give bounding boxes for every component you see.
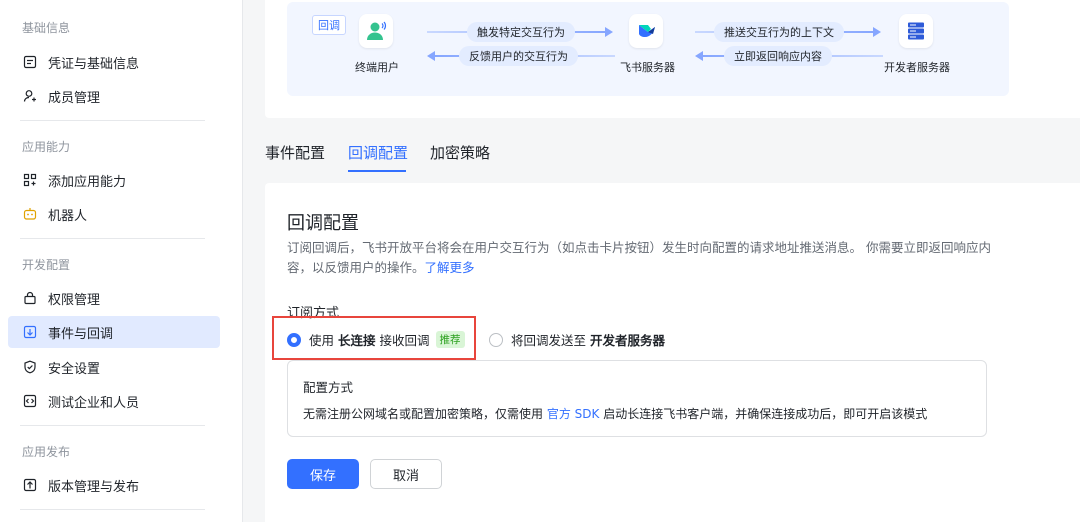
sidebar-item-label: 凭证与基础信息 [48, 56, 140, 72]
node-label-dev-server: 开发者服务器 [884, 61, 950, 74]
server-icon [899, 14, 933, 48]
description-line-1: 订阅回调后，飞书开放平台将会在用户交互行为（如点击卡片按钮）发生时向配置的请求地… [287, 240, 991, 255]
event-icon [22, 324, 38, 340]
sidebar-item-label: 事件与回调 [48, 326, 114, 342]
flow-card: 回调 终端用户 飞书服务器 开发者服务器 触发特定交互行为 反馈用户的交互行为 … [265, 0, 1080, 118]
cancel-button[interactable]: 取消 [370, 459, 442, 489]
sidebar-divider [20, 509, 205, 510]
arrow-right-icon [873, 27, 881, 37]
config-mode-title: 配置方式 [303, 380, 354, 395]
sidebar: 基础信息 凭证与基础信息 成员管理 应用能力 添加应用能力 机器人 开发配置 权… [0, 0, 243, 522]
option-dev-server[interactable]: 将回调发送至 开发者服务器 [489, 330, 669, 349]
tab-callback-config[interactable]: 回调配置 [348, 142, 408, 163]
sidebar-item-label: 添加应用能力 [48, 174, 127, 190]
feishu-logo-icon [629, 14, 663, 48]
node-label-feishu: 飞书服务器 [620, 61, 675, 74]
sidebar-item-label: 权限管理 [48, 292, 101, 308]
sidebar-item-bot[interactable]: 机器人 [8, 198, 220, 230]
config-text: 无需注册公网域名或配置加密策略，仅需使用 [303, 407, 544, 421]
flow-diagram: 回调 终端用户 飞书服务器 开发者服务器 触发特定交互行为 反馈用户的交互行为 … [287, 2, 1009, 96]
tab-event-config[interactable]: 事件配置 [265, 142, 325, 163]
sidebar-item-label: 成员管理 [48, 90, 101, 106]
section-title-release: 应用发布 [22, 445, 71, 459]
sidebar-item-members[interactable]: 成员管理 [8, 80, 220, 112]
section-title-dev: 开发配置 [22, 258, 71, 272]
arrow-label-push: 推送交互行为的上下文 [714, 22, 844, 42]
config-mode-box: 配置方式 无需注册公网域名或配置加密策略，仅需使用 官方 SDK 启动长连接飞书… [287, 360, 987, 437]
grid-add-icon [22, 172, 38, 188]
arrow-left-icon [695, 51, 703, 61]
option-text-bold: 开发者服务器 [590, 333, 666, 348]
sidebar-item-permissions[interactable]: 权限管理 [8, 282, 220, 314]
arrow-label-trigger: 触发特定交互行为 [467, 22, 575, 42]
description: 订阅回调后，飞书开放平台将会在用户交互行为（如点击卡片按钮）发生时向配置的请求地… [287, 238, 1007, 278]
arrow-right-icon [605, 27, 613, 37]
save-button[interactable]: 保存 [287, 459, 359, 489]
arrow-label-respond: 立即返回响应内容 [724, 46, 832, 66]
config-mode-text: 无需注册公网域名或配置加密策略，仅需使用 官方 SDK 启动长连接飞书客户端，并… [303, 405, 927, 422]
sidebar-item-events[interactable]: 事件与回调 [8, 316, 220, 348]
description-line-2: 容，以反馈用户的操作。 [287, 260, 425, 275]
user-add-icon [22, 88, 38, 104]
section-title-basic: 基础信息 [22, 21, 71, 35]
sidebar-item-versions[interactable]: 版本管理与发布 [8, 469, 220, 501]
sdk-link[interactable]: 官方 SDK [547, 407, 600, 421]
lock-icon [22, 290, 38, 306]
sidebar-item-add-capability[interactable]: 添加应用能力 [8, 164, 220, 196]
arrow-left-icon [427, 51, 435, 61]
learn-more-link[interactable]: 了解更多 [425, 260, 475, 275]
tab-encryption[interactable]: 加密策略 [430, 142, 490, 163]
arrow-label-feedback: 反馈用户的交互行为 [459, 46, 578, 66]
user-icon [359, 14, 393, 48]
config-text: 启动长连接飞书客户端，并确保连接成功后，即可开启该模式 [603, 407, 928, 421]
sidebar-item-test-users[interactable]: 测试企业和人员 [8, 385, 220, 417]
sidebar-divider [20, 425, 205, 426]
node-label-user: 终端用户 [355, 61, 399, 74]
robot-icon [22, 206, 38, 222]
upload-icon [22, 477, 38, 493]
document-icon [22, 54, 38, 70]
sidebar-item-label: 安全设置 [48, 361, 101, 377]
sidebar-item-label: 版本管理与发布 [48, 479, 140, 495]
sidebar-item-credentials[interactable]: 凭证与基础信息 [8, 46, 220, 78]
shield-icon [22, 359, 38, 375]
highlight-annotation [272, 316, 476, 360]
code-icon [22, 393, 38, 409]
section-title-capability: 应用能力 [22, 140, 71, 154]
sidebar-divider [20, 238, 205, 239]
sidebar-item-label: 机器人 [48, 208, 88, 224]
sidebar-item-label: 测试企业和人员 [48, 395, 140, 411]
sidebar-item-security[interactable]: 安全设置 [8, 351, 220, 383]
flow-tag: 回调 [312, 15, 346, 35]
sidebar-divider [20, 120, 205, 121]
option-text: 将回调发送至 [511, 333, 587, 348]
radio-unchecked[interactable] [489, 332, 503, 347]
tab-active-indicator [348, 170, 406, 172]
page-title: 回调配置 [287, 213, 359, 234]
